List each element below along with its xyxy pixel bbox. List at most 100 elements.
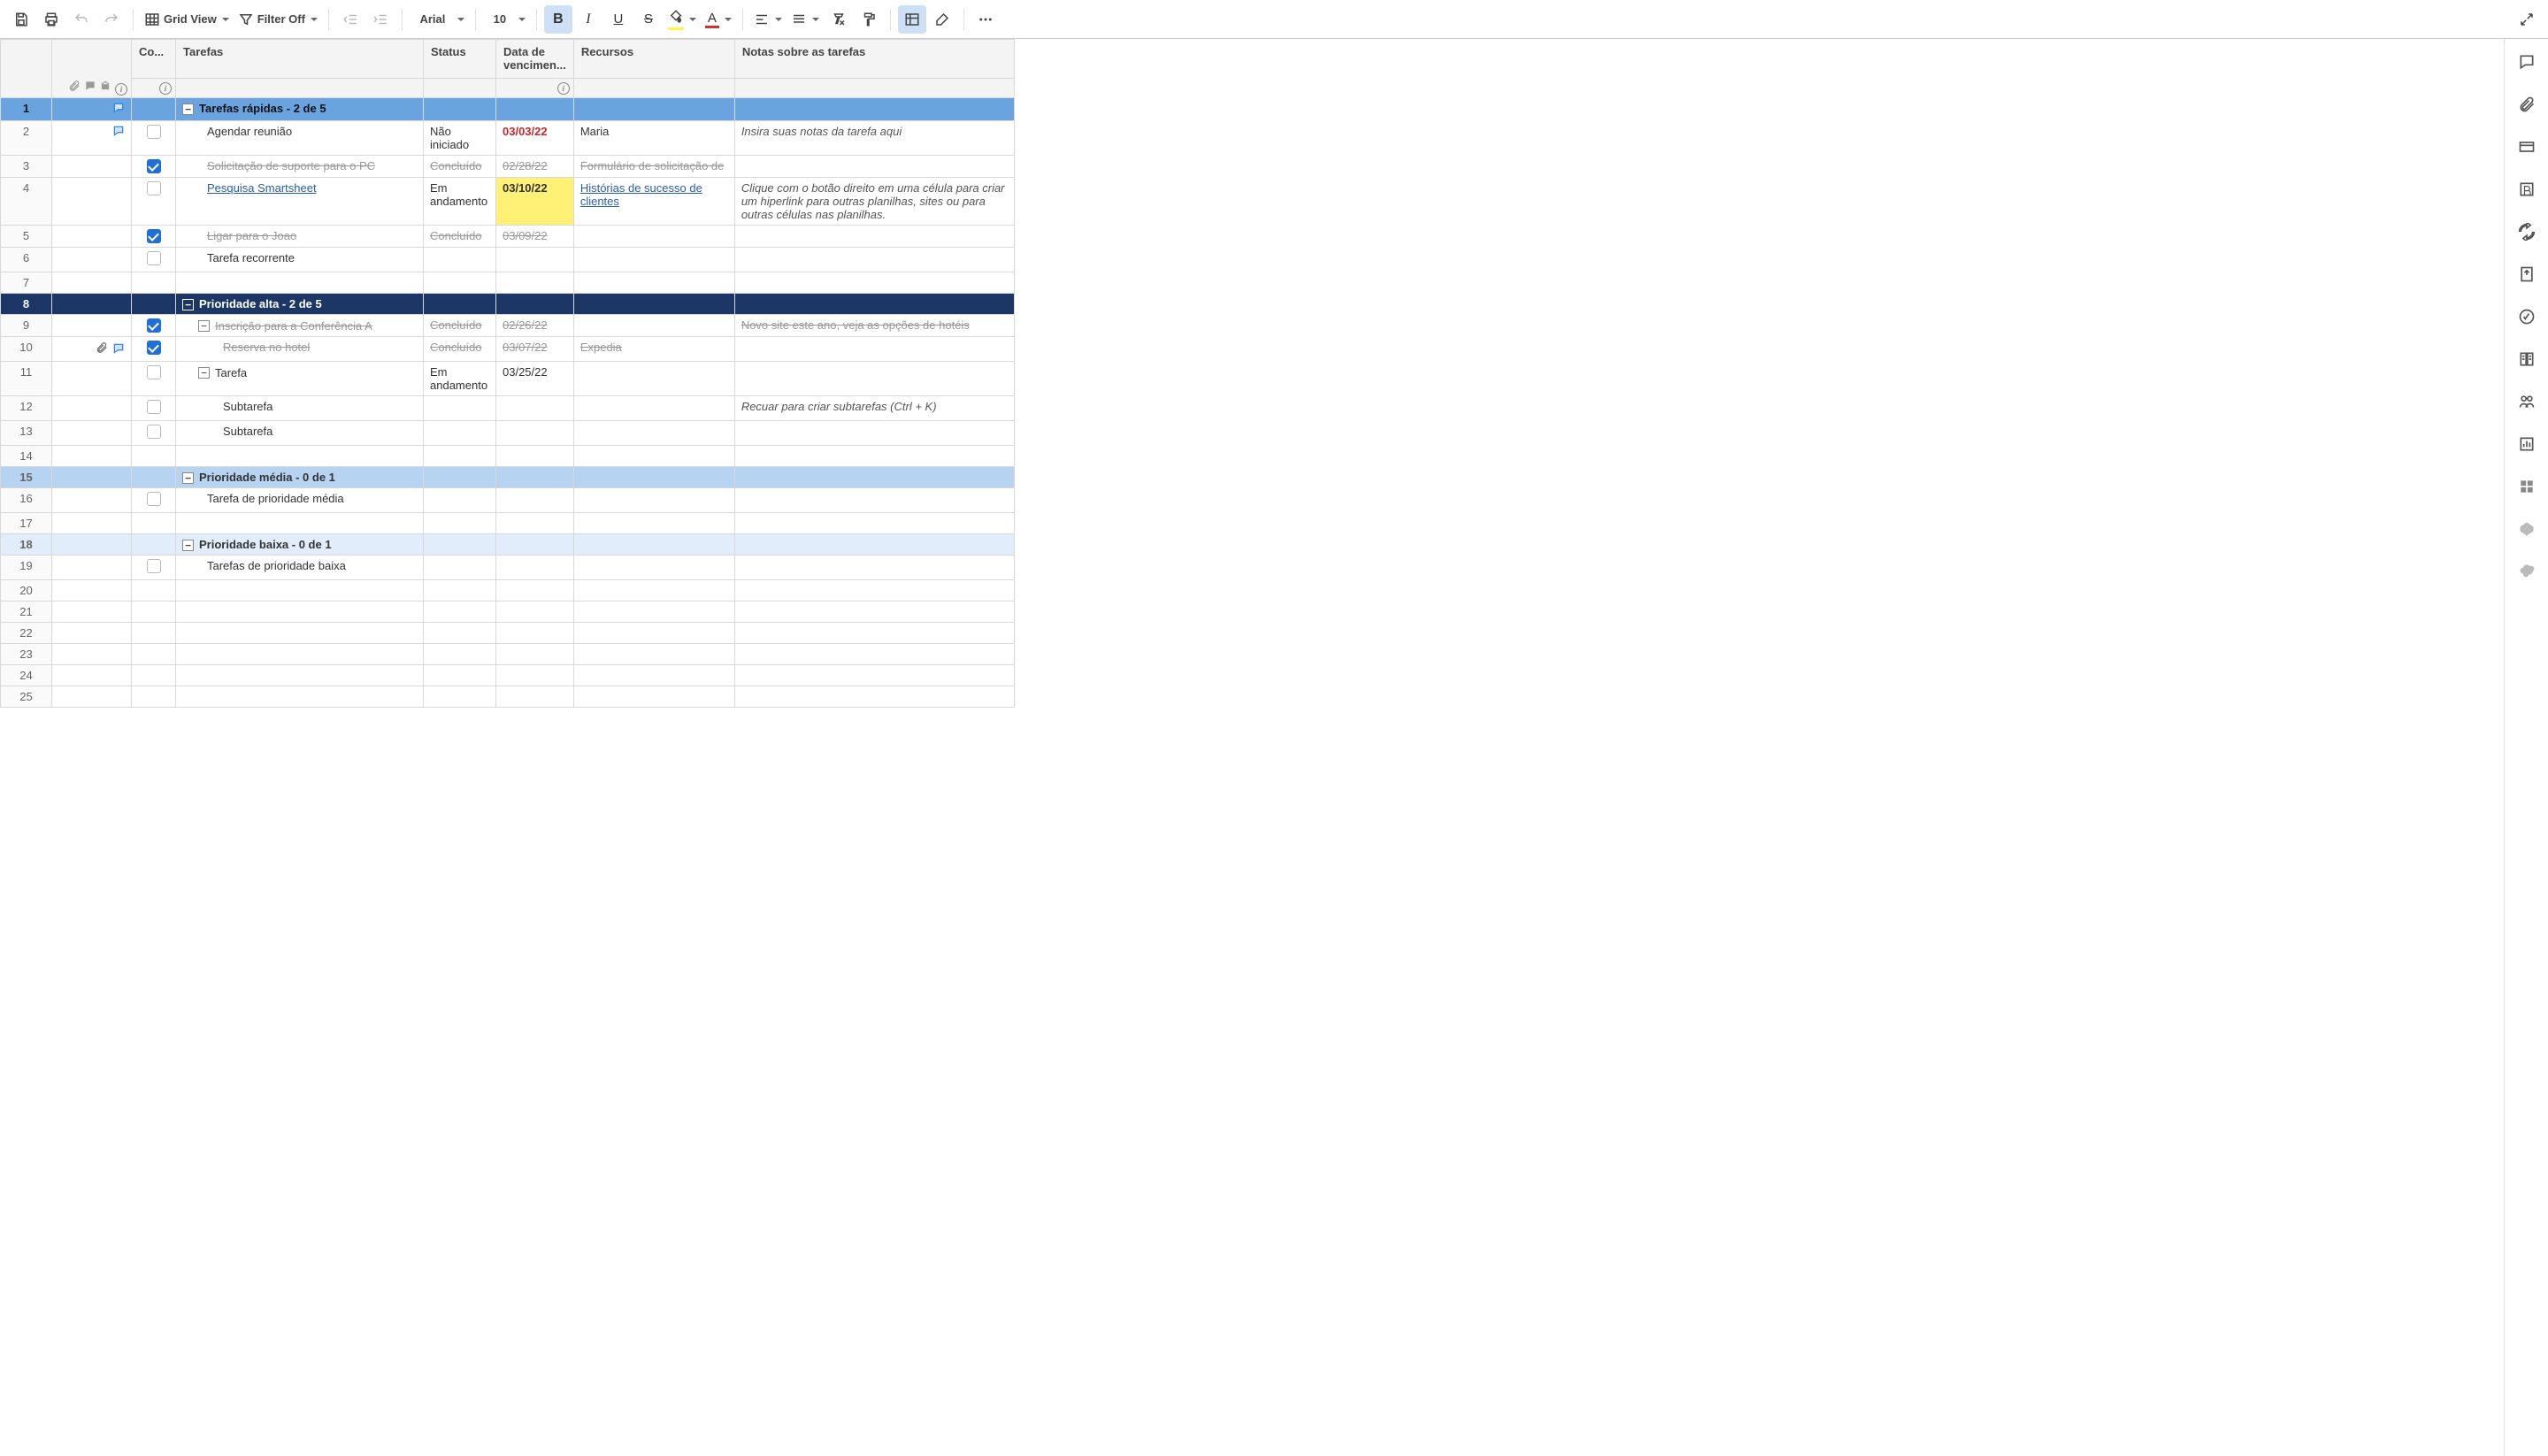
- resource-cell[interactable]: [573, 362, 734, 396]
- checkbox[interactable]: [147, 341, 161, 355]
- checkbox-cell[interactable]: [132, 556, 176, 580]
- column-header-resource[interactable]: Recursos: [573, 40, 734, 79]
- row-number[interactable]: 4: [1, 178, 52, 226]
- status-cell[interactable]: Não iniciado: [424, 121, 496, 156]
- column-header-task[interactable]: Tarefas: [176, 40, 424, 79]
- section-row[interactable]: 18−Prioridade baixa - 0 de 1: [1, 534, 1015, 556]
- status-cell[interactable]: Concluído: [424, 315, 496, 337]
- activity-log-button[interactable]: [2516, 306, 2537, 327]
- resource-cell[interactable]: [573, 226, 734, 248]
- row-number[interactable]: 6: [1, 248, 52, 272]
- task-cell[interactable]: Ligar para o Joao: [176, 226, 424, 248]
- checkbox-cell[interactable]: [132, 178, 176, 226]
- outdent-button[interactable]: [336, 5, 365, 34]
- table-row[interactable]: 22: [1, 623, 1015, 644]
- undo-button[interactable]: [67, 5, 96, 34]
- table-row[interactable]: 12SubtarefaRecuar para criar subtarefas …: [1, 396, 1015, 421]
- filter-button[interactable]: Filter Off: [234, 5, 321, 34]
- checkbox[interactable]: [147, 559, 161, 573]
- resource-cell[interactable]: [573, 315, 734, 337]
- row-number[interactable]: 8: [1, 294, 52, 315]
- notes-cell[interactable]: [734, 556, 1014, 580]
- proofs-button[interactable]: [2516, 136, 2537, 157]
- table-row[interactable]: 11−TarefaEm andamento03/25/22: [1, 362, 1015, 396]
- task-cell[interactable]: Tarefa de prioridade média: [176, 488, 424, 513]
- row-number[interactable]: 23: [1, 644, 52, 665]
- checkbox-cell[interactable]: [132, 421, 176, 446]
- resource-cell[interactable]: [573, 421, 734, 446]
- status-cell[interactable]: Concluído: [424, 337, 496, 362]
- row-number[interactable]: 3: [1, 156, 52, 178]
- fill-color-button[interactable]: [664, 5, 700, 34]
- attachment-icon[interactable]: [96, 344, 108, 357]
- status-cell[interactable]: [424, 248, 496, 272]
- text-color-button[interactable]: A: [702, 5, 735, 34]
- comment-icon[interactable]: [111, 103, 126, 117]
- date-cell[interactable]: [496, 421, 574, 446]
- view-switcher[interactable]: Grid View: [141, 5, 233, 34]
- publish-button[interactable]: [2516, 264, 2537, 285]
- row-number[interactable]: 12: [1, 396, 52, 421]
- notes-cell[interactable]: [734, 337, 1014, 362]
- resource-cell[interactable]: Expedia: [573, 337, 734, 362]
- conversations-button[interactable]: [2516, 51, 2537, 73]
- table-row[interactable]: 13Subtarefa: [1, 421, 1015, 446]
- checkbox-cell[interactable]: [132, 248, 176, 272]
- resource-mgmt-button[interactable]: [2516, 391, 2537, 412]
- resource-cell[interactable]: Formulário de solicitação de: [573, 156, 734, 178]
- section-row[interactable]: 1−Tarefas rápidas - 2 de 5: [1, 98, 1015, 121]
- row-number[interactable]: 16: [1, 488, 52, 513]
- date-cell[interactable]: [496, 488, 574, 513]
- notes-cell[interactable]: [734, 421, 1014, 446]
- table-row[interactable]: 16 Tarefa de prioridade média: [1, 488, 1015, 513]
- clear-format-button[interactable]: [825, 5, 853, 34]
- grid-sheet[interactable]: i Co... Tarefas Status Data de vencimen.…: [0, 39, 2504, 1456]
- column-header-status[interactable]: Status: [424, 40, 496, 79]
- row-number[interactable]: 7: [1, 272, 52, 294]
- strikethrough-button[interactable]: S: [634, 5, 663, 34]
- date-cell[interactable]: 03/25/22: [496, 362, 574, 396]
- section-title[interactable]: −Tarefas rápidas - 2 de 5: [176, 98, 424, 121]
- table-row[interactable]: 14: [1, 446, 1015, 467]
- date-cell[interactable]: [496, 396, 574, 421]
- checkbox-cell[interactable]: [132, 396, 176, 421]
- resource-cell[interactable]: [573, 488, 734, 513]
- checkbox-cell[interactable]: [132, 226, 176, 248]
- attachments-button[interactable]: [2516, 94, 2537, 115]
- checkbox-cell[interactable]: [132, 121, 176, 156]
- row-number[interactable]: 9: [1, 315, 52, 337]
- apps-button[interactable]: [2516, 476, 2537, 497]
- checkbox[interactable]: [147, 425, 161, 439]
- align-horizontal-button[interactable]: [750, 5, 786, 34]
- date-cell[interactable]: [496, 248, 574, 272]
- collapse-icon[interactable]: −: [182, 299, 194, 310]
- italic-button[interactable]: I: [574, 5, 602, 34]
- table-row[interactable]: 2Agendar reuniãoNão iniciado03/03/22Mari…: [1, 121, 1015, 156]
- wrap-text-button[interactable]: [898, 5, 926, 34]
- checkbox[interactable]: [147, 400, 161, 414]
- format-painter-button[interactable]: [855, 5, 883, 34]
- table-row[interactable]: 25: [1, 686, 1015, 708]
- status-cell[interactable]: [424, 396, 496, 421]
- more-button[interactable]: [971, 5, 1000, 34]
- bold-button[interactable]: B: [544, 5, 572, 34]
- date-cell[interactable]: 03/10/22: [496, 178, 574, 226]
- font-family-select[interactable]: [410, 5, 468, 34]
- redo-button[interactable]: [97, 5, 126, 34]
- table-row[interactable]: 5Ligar para o JoaoConcluído03/09/22: [1, 226, 1015, 248]
- table-row[interactable]: 3Solicitação de suporte para o PCConcluí…: [1, 156, 1015, 178]
- section-title[interactable]: −Prioridade alta - 2 de 5: [176, 294, 424, 315]
- task-cell[interactable]: Solicitação de suporte para o PC: [176, 156, 424, 178]
- status-cell[interactable]: Em andamento: [424, 178, 496, 226]
- indent-button[interactable]: [366, 5, 395, 34]
- row-number[interactable]: 24: [1, 665, 52, 686]
- notes-cell[interactable]: Novo site este ano, veja as opções de ho…: [734, 315, 1014, 337]
- checkbox[interactable]: [147, 159, 161, 173]
- task-cell[interactable]: Pesquisa Smartsheet: [176, 178, 424, 226]
- status-cell[interactable]: [424, 488, 496, 513]
- row-number[interactable]: 20: [1, 580, 52, 602]
- row-number[interactable]: 13: [1, 421, 52, 446]
- row-number[interactable]: 2: [1, 121, 52, 156]
- checkbox-cell[interactable]: [132, 362, 176, 396]
- checkbox[interactable]: [147, 492, 161, 506]
